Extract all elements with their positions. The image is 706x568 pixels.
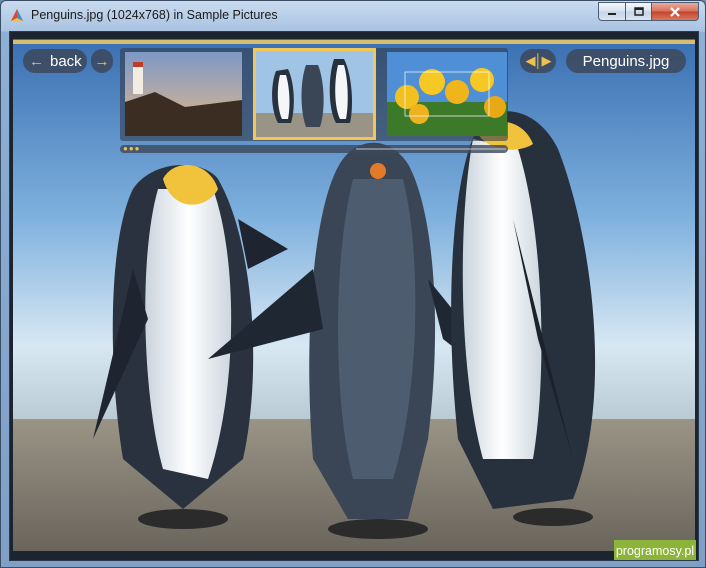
maximize-button[interactable] xyxy=(625,2,651,21)
watermark-badge: programosy.pl xyxy=(614,540,696,560)
scroll-track xyxy=(356,148,506,150)
maximize-icon xyxy=(633,7,644,16)
back-button[interactable]: ← back xyxy=(23,49,87,73)
top-accent-line xyxy=(13,40,695,44)
app-icon xyxy=(11,9,23,21)
close-icon xyxy=(670,6,680,17)
filename-label: Penguins.jpg xyxy=(566,49,686,73)
arrow-left-icon: ← xyxy=(29,52,44,70)
thumbnail-penguins[interactable] xyxy=(253,48,376,140)
thumbnail-scrollbar[interactable]: ●●● xyxy=(120,145,508,153)
close-button[interactable] xyxy=(651,2,699,21)
prev-next-icon: ◀│▶ xyxy=(525,53,551,68)
minimize-button[interactable] xyxy=(598,2,625,21)
forward-button[interactable]: → xyxy=(91,49,113,73)
back-label: back xyxy=(50,52,82,70)
thumbnail-lighthouse[interactable] xyxy=(125,52,242,136)
viewer-area: ← back → ●●● ◀│▶ Penguins.jpg programosy… xyxy=(9,31,699,561)
window-title: Penguins.jpg (1024x768) in Sample Pictur… xyxy=(31,8,278,22)
thumbnail-tulips[interactable] xyxy=(387,52,507,136)
arrow-right-icon: → xyxy=(94,52,110,70)
scroll-grip-icon[interactable]: ●●● xyxy=(123,145,141,153)
prev-next-button[interactable]: ◀│▶ xyxy=(520,49,556,73)
title-bar[interactable]: Penguins.jpg (1024x768) in Sample Pictur… xyxy=(1,1,705,31)
minimize-icon xyxy=(608,12,616,15)
app-window: Penguins.jpg (1024x768) in Sample Pictur… xyxy=(0,0,706,568)
